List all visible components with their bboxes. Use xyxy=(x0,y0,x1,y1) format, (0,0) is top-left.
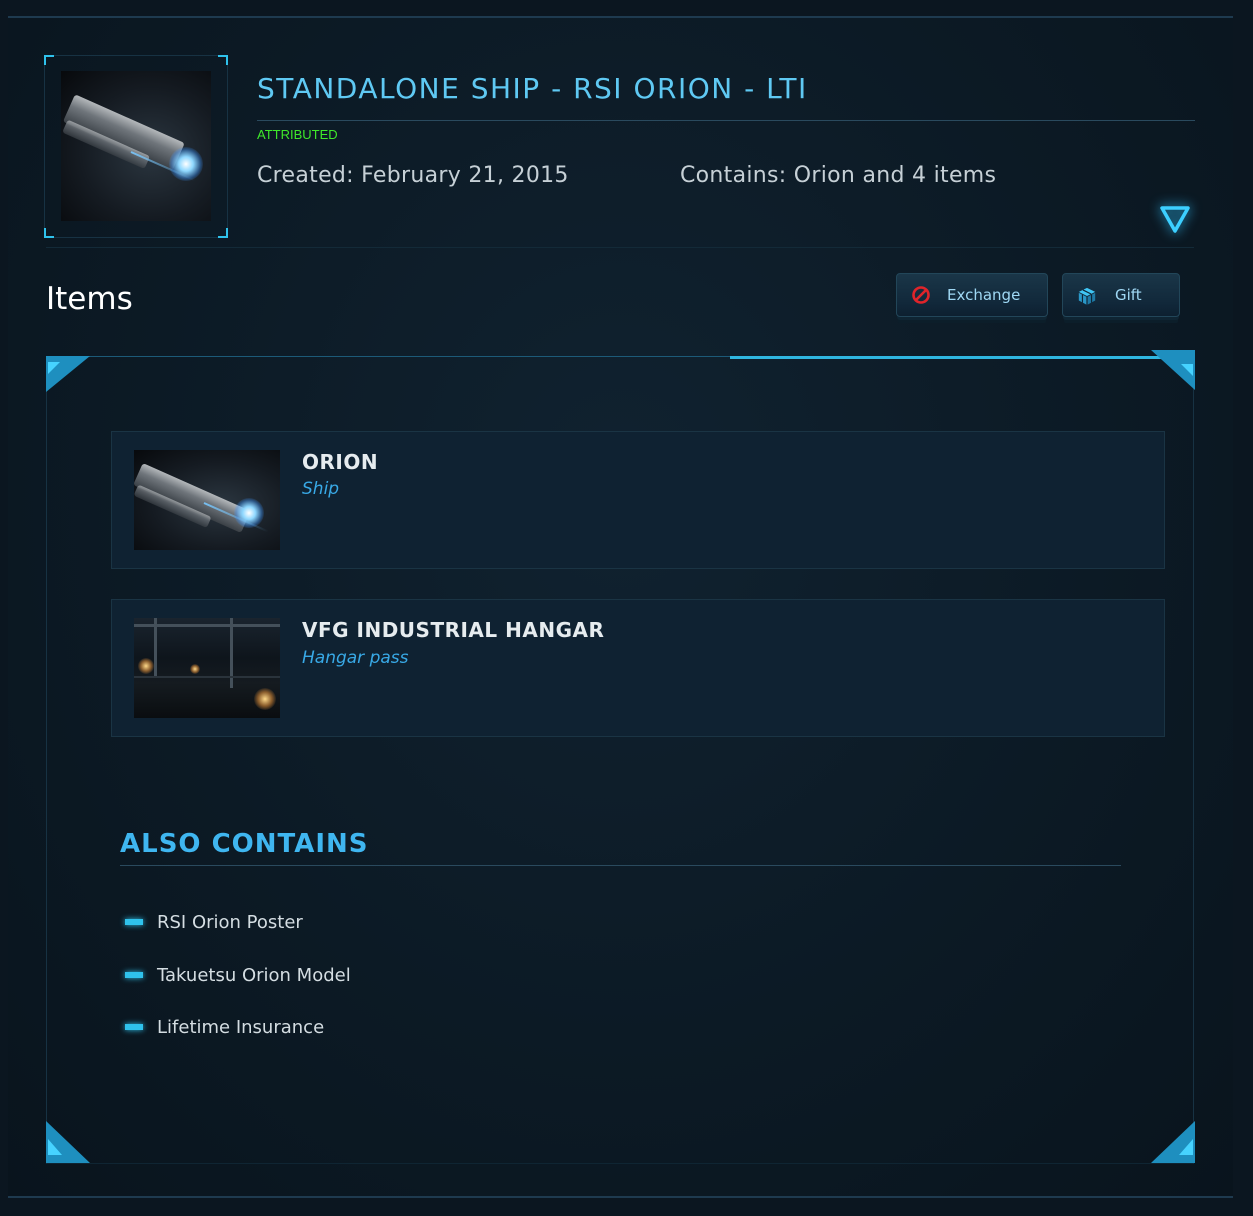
status-badge: ATTRIBUTED xyxy=(257,127,338,142)
list-item: Lifetime Insurance xyxy=(125,1015,324,1039)
frame-corner xyxy=(218,55,228,65)
gift-button[interactable]: Gift xyxy=(1062,273,1180,317)
panel-corner-top-right xyxy=(1151,350,1195,390)
title-divider xyxy=(257,120,1195,121)
list-item-label: RSI Orion Poster xyxy=(157,911,303,933)
list-item-label: Takuetsu Orion Model xyxy=(157,964,351,986)
header-divider xyxy=(46,247,1194,248)
panel-top-accent xyxy=(730,356,1194,359)
contains-summary: Contains: Orion and 4 items xyxy=(680,163,997,188)
item-thumbnail xyxy=(134,450,280,550)
panel-corner-bottom-right xyxy=(1151,1121,1195,1163)
dash-bullet-icon xyxy=(125,919,143,925)
frame-corner xyxy=(44,228,54,238)
item-card-orion[interactable]: ORION Ship xyxy=(111,431,1165,569)
item-thumbnail xyxy=(134,618,280,718)
collapse-toggle-button[interactable] xyxy=(1159,204,1191,234)
item-name: ORION xyxy=(302,450,379,474)
frame-corner xyxy=(44,55,54,65)
frame-corner xyxy=(218,228,228,238)
dash-bullet-icon xyxy=(125,1024,143,1030)
exchange-label: Exchange xyxy=(947,286,1021,304)
item-card-hangar[interactable]: VFG INDUSTRIAL HANGAR Hangar pass xyxy=(111,599,1165,737)
exchange-button[interactable]: Exchange xyxy=(896,273,1048,317)
triangle-down-icon xyxy=(1160,206,1190,233)
gift-box-icon xyxy=(1077,285,1097,305)
item-name: VFG INDUSTRIAL HANGAR xyxy=(302,618,605,642)
list-item: Takuetsu Orion Model xyxy=(125,963,351,987)
item-type: Hangar pass xyxy=(302,648,409,668)
gift-label: Gift xyxy=(1115,286,1142,304)
also-contains-divider xyxy=(120,865,1121,866)
item-type: Ship xyxy=(302,479,340,499)
items-heading: Items xyxy=(46,281,133,317)
list-item-label: Lifetime Insurance xyxy=(157,1016,325,1038)
created-date: Created: February 21, 2015 xyxy=(257,163,569,188)
panel-corner-top-left xyxy=(46,356,90,392)
dash-bullet-icon xyxy=(125,972,143,978)
panel-top-border xyxy=(46,356,730,357)
list-item: RSI Orion Poster xyxy=(125,910,303,934)
pledge-title: STANDALONE SHIP - RSI ORION - LTI xyxy=(257,72,808,105)
pledge-thumbnail-image xyxy=(61,71,211,221)
also-contains-heading: ALSO CONTAINS xyxy=(120,829,369,859)
panel-corner-bottom-left xyxy=(46,1121,90,1163)
no-entry-icon xyxy=(911,285,931,305)
pledge-thumbnail-frame xyxy=(44,55,228,238)
